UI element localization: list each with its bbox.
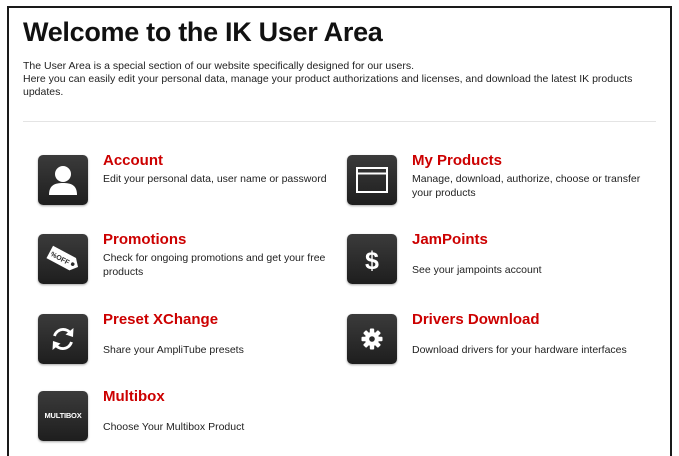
preset-xchange-tile[interactable]: Preset XChange Share your AmpliTube pres… bbox=[38, 311, 318, 370]
multibox-tile[interactable]: MULTIBOX Multibox Choose Your Multibox P… bbox=[38, 388, 318, 447]
my-products-description: Manage, download, authorize, choose or t… bbox=[412, 173, 641, 199]
multibox-logo-icon[interactable]: MULTIBOX bbox=[38, 391, 88, 441]
page-title: Welcome to the IK User Area bbox=[23, 17, 383, 47]
jampoints-tile[interactable]: $ JamPoints See your jampoints account bbox=[347, 231, 627, 290]
account-link[interactable]: Account bbox=[103, 152, 163, 169]
preset-xchange-description: Share your AmpliTube presets bbox=[103, 344, 244, 356]
drivers-download-tile[interactable]: Drivers Download Download drivers for yo… bbox=[347, 311, 627, 370]
intro-line-1: The User Area is a special section of ou… bbox=[23, 60, 415, 72]
account-description: Edit your personal data, user name or pa… bbox=[103, 173, 327, 185]
promotions-description: Check for ongoing promotions and get you… bbox=[103, 252, 326, 278]
drivers-download-link[interactable]: Drivers Download bbox=[412, 311, 540, 328]
section-divider bbox=[23, 121, 656, 122]
user-icon[interactable] bbox=[38, 155, 88, 205]
jampoints-link[interactable]: JamPoints bbox=[412, 231, 488, 248]
preset-xchange-link[interactable]: Preset XChange bbox=[103, 311, 218, 328]
intro-text: The User Area is a special section of ou… bbox=[23, 60, 653, 99]
multibox-logo-text: MULTIBOX bbox=[44, 411, 82, 420]
my-products-link[interactable]: My Products bbox=[412, 152, 502, 169]
my-products-tile[interactable]: My Products Manage, download, authorize,… bbox=[347, 152, 640, 211]
sync-arrows-icon[interactable] bbox=[38, 314, 88, 364]
multibox-description: Choose Your Multibox Product bbox=[103, 421, 245, 433]
drivers-download-description: Download drivers for your hardware inter… bbox=[412, 344, 627, 356]
dollar-sign: $ bbox=[365, 247, 379, 275]
account-tile[interactable]: Account Edit your personal data, user na… bbox=[38, 152, 327, 211]
window-icon[interactable] bbox=[347, 155, 397, 205]
jampoints-description: See your jampoints account bbox=[412, 264, 542, 276]
intro-line-2: Here you can easily edit your personal d… bbox=[23, 73, 633, 98]
multibox-link[interactable]: Multibox bbox=[103, 388, 165, 405]
promotions-tile[interactable]: %OFF Promotions Check for ongoing promot… bbox=[38, 231, 325, 290]
price-tag-icon[interactable]: %OFF bbox=[38, 234, 88, 284]
promotions-link[interactable]: Promotions bbox=[103, 231, 186, 248]
dollar-icon[interactable]: $ bbox=[347, 234, 397, 284]
gear-icon[interactable] bbox=[347, 314, 397, 364]
user-area-panel: Welcome to the IK User Area The User Are… bbox=[7, 6, 672, 456]
